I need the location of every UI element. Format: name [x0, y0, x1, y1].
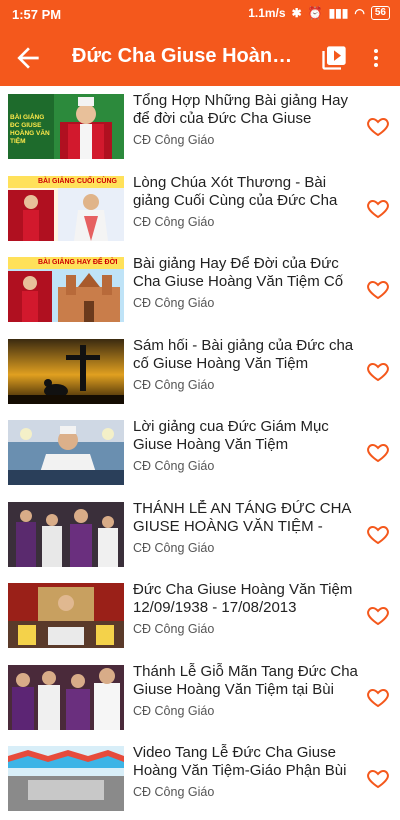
video-item[interactable]: BÀI GIẢNG ĐC GIUSE HOÀNG VĂN TIỆM Tổng H…	[0, 86, 400, 168]
more-options-icon[interactable]	[364, 44, 388, 72]
thumbnail-caption: BÀI GIẢNG ĐC GIUSE HOÀNG VĂN TIỆM	[10, 114, 50, 145]
video-item[interactable]: Lời giảng cua Đức Giám Mục Giuse Hoàng V…	[0, 412, 400, 494]
video-item[interactable]: BÀI GIẢNG HAY ĐỂ ĐỜI Bài giảng Hay Để Đờ…	[0, 249, 400, 331]
video-thumbnail[interactable]	[8, 501, 124, 567]
alarm-icon: ⏰	[307, 6, 323, 20]
favorite-heart-icon[interactable]	[366, 440, 390, 464]
video-title: Thánh Lễ Giỗ Mãn Tang Đức Cha Giuse Hoàn…	[133, 662, 358, 698]
video-item[interactable]: Đức Cha Giuse Hoàng Văn Tiệm 12/09/1938 …	[0, 575, 400, 657]
video-title: Đức Cha Giuse Hoàng Văn Tiệm 12/09/1938 …	[133, 581, 353, 616]
back-arrow-icon[interactable]	[12, 42, 44, 74]
video-title: Sám hối - Bài giảng của Đức cha cố Giuse…	[133, 336, 354, 372]
favorite-heart-icon[interactable]	[366, 359, 390, 383]
video-item[interactable]: Video Tang Lễ Đức Cha Giuse Hoàng Văn Ti…	[0, 738, 400, 820]
thumbnail-caption: BÀI GIẢNG CUỐI CÙNG	[38, 177, 117, 185]
battery-icon: 56	[370, 6, 390, 20]
wifi-icon: ◠	[354, 6, 365, 20]
channel-name: CĐ Công Giáo	[133, 703, 215, 718]
thumbnail-caption: BÀI GIẢNG HAY ĐỂ ĐỜI	[38, 259, 118, 266]
favorite-heart-icon[interactable]	[366, 603, 390, 627]
video-item[interactable]: Sám hối - Bài giảng của Đức cha cố Giuse…	[0, 331, 400, 413]
page-title: Đức Cha Giuse Hoàng Văn Tiệm	[72, 45, 294, 67]
channel-name: CĐ Công Giáo	[133, 540, 215, 555]
favorite-heart-icon[interactable]	[366, 277, 390, 301]
channel-name: CĐ Công Giáo	[133, 133, 215, 147]
status-bar: 1:57 PM 1.1m/s ✱ ⏰ ▮▮▮ ◠ 56	[0, 0, 400, 28]
status-time: 1:57 PM	[12, 7, 62, 22]
video-title: Lòng Chúa Xót Thương - Bài giảng Cuối Cù…	[133, 173, 338, 209]
video-thumbnail[interactable]	[8, 420, 124, 485]
video-item[interactable]: BÀI GIẢNG CUỐI CÙNG Lòng Chúa Xót Thương…	[0, 168, 400, 250]
video-thumbnail[interactable]: BÀI GIẢNG ĐC GIUSE HOÀNG VĂN TIỆM	[8, 94, 124, 159]
channel-name: CĐ Công Giáo	[133, 377, 215, 392]
video-title: THÁNH LỄ AN TÁNG ĐỨC CHA GIUSE HOÀNG VĂN…	[133, 499, 351, 535]
video-thumbnail[interactable]	[8, 338, 124, 404]
video-thumbnail[interactable]: BÀI GIẢNG CUỐI CÙNG	[8, 175, 124, 241]
favorite-heart-icon[interactable]	[366, 114, 390, 138]
video-thumbnail[interactable]	[8, 664, 124, 730]
video-title: Bài giảng Hay Để Đời của Đức Cha Giuse H…	[133, 255, 344, 290]
video-thumbnail[interactable]	[8, 746, 124, 811]
video-thumbnail[interactable]	[8, 583, 124, 648]
favorite-heart-icon[interactable]	[366, 196, 390, 220]
status-icons: 1.1m/s ✱ ⏰ ▮▮▮ ◠ 56	[248, 6, 390, 20]
signal-icon: ▮▮▮	[328, 6, 349, 20]
channel-name: CĐ Công Giáo	[133, 296, 215, 310]
app-bar: Đức Cha Giuse Hoàng Văn Tiệm	[0, 28, 400, 86]
channel-name: CĐ Công Giáo	[133, 214, 215, 229]
video-title: Lời giảng cua Đức Giám Mục Giuse Hoàng V…	[133, 418, 329, 453]
channel-name: CĐ Công Giáo	[133, 622, 215, 636]
network-speed: 1.1m/s	[248, 6, 286, 20]
video-thumbnail[interactable]: BÀI GIẢNG HAY ĐỂ ĐỜI	[8, 257, 124, 322]
video-list: BÀI GIẢNG ĐC GIUSE HOÀNG VĂN TIỆM Tổng H…	[0, 86, 400, 820]
bluetooth-icon: ✱	[291, 6, 302, 20]
channel-name: CĐ Công Giáo	[133, 785, 215, 799]
video-title: Video Tang Lễ Đức Cha Giuse Hoàng Văn Ti…	[133, 744, 347, 779]
favorite-heart-icon[interactable]	[366, 522, 390, 546]
channel-name: CĐ Công Giáo	[133, 459, 215, 473]
favorite-heart-icon[interactable]	[366, 685, 390, 709]
favorite-heart-icon[interactable]	[366, 766, 390, 790]
video-item[interactable]: Thánh Lễ Giỗ Mãn Tang Đức Cha Giuse Hoàn…	[0, 657, 400, 739]
playlist-play-icon[interactable]	[320, 44, 348, 72]
video-item[interactable]: THÁNH LỄ AN TÁNG ĐỨC CHA GIUSE HOÀNG VĂN…	[0, 494, 400, 576]
video-title: Tổng Hợp Những Bài giảng Hay để đời của …	[133, 92, 348, 127]
